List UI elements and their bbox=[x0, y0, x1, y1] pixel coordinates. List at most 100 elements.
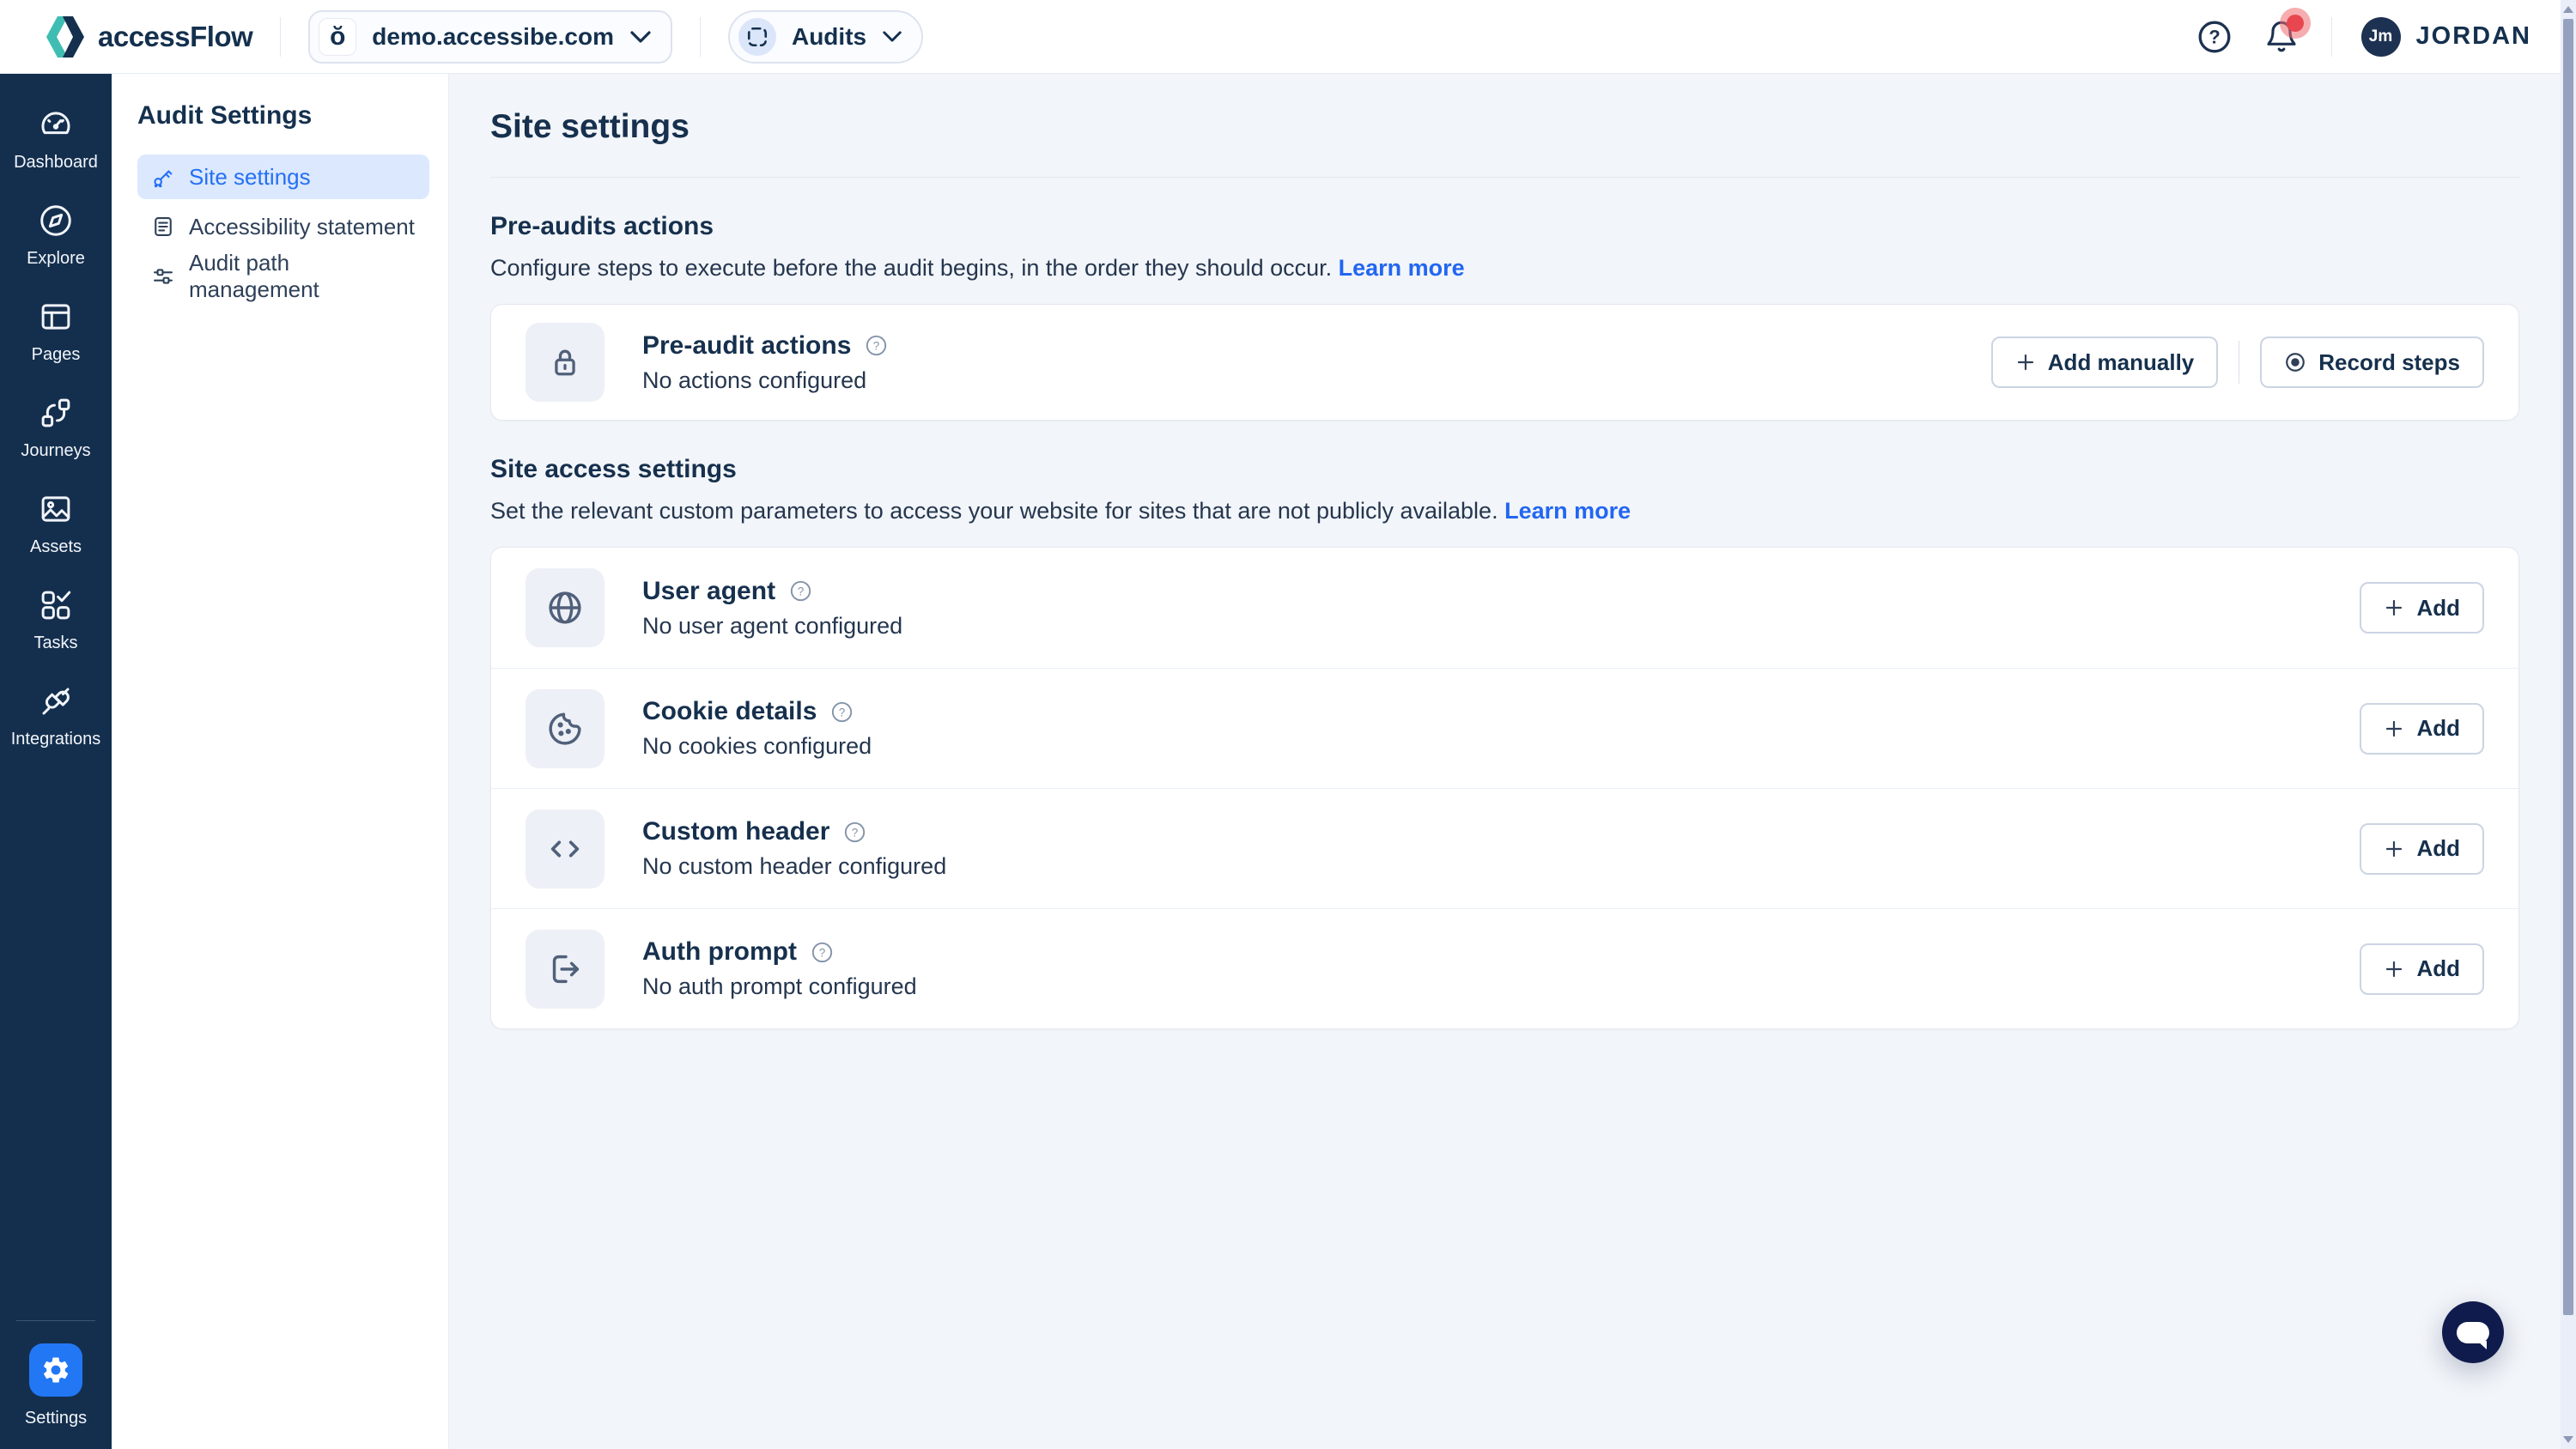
key-icon bbox=[151, 165, 175, 189]
notifications-button[interactable] bbox=[2261, 16, 2302, 58]
section-description: Configure steps to execute before the au… bbox=[490, 255, 2519, 282]
scrollbar[interactable] bbox=[2561, 0, 2576, 1449]
scrollbar-down-arrow[interactable] bbox=[2561, 1432, 2576, 1447]
avatar: Jm bbox=[2361, 17, 2401, 57]
add-auth-prompt-button[interactable]: Add bbox=[2360, 943, 2484, 995]
add-manually-button[interactable]: Add manually bbox=[1991, 336, 2218, 388]
user-menu[interactable]: Jm JORDAN bbox=[2361, 17, 2531, 57]
sidebar-item-explore[interactable]: Explore bbox=[0, 187, 112, 283]
user-name: JORDAN bbox=[2416, 22, 2531, 51]
subnav-item-label: Site settings bbox=[189, 164, 311, 191]
subnav-title: Audit Settings bbox=[137, 101, 429, 130]
info-icon[interactable]: ? bbox=[843, 821, 866, 844]
sidebar-item-dashboard[interactable]: Dashboard bbox=[0, 91, 112, 187]
info-icon[interactable]: ? bbox=[830, 700, 854, 724]
user-agent-row: User agent ? No user agent configured bbox=[491, 548, 2518, 668]
sidebar-item-label: Pages bbox=[32, 345, 81, 365]
brand-name: accessFlow bbox=[98, 21, 252, 53]
globe-icon bbox=[526, 568, 605, 647]
record-steps-button[interactable]: Record steps bbox=[2260, 336, 2484, 388]
subnav-item-label: Accessibility statement bbox=[189, 214, 415, 240]
info-icon[interactable]: ? bbox=[789, 579, 812, 603]
top-bar: accessFlow ŏ demo.accessibe.com Audits bbox=[0, 0, 2561, 74]
add-label: Add bbox=[2416, 715, 2460, 742]
plus-icon bbox=[2384, 959, 2404, 979]
topbar-divider bbox=[700, 17, 701, 57]
sidebar-divider bbox=[16, 1320, 95, 1321]
title-divider bbox=[490, 177, 2519, 178]
custom-header-row: Custom header ? No custom header configu… bbox=[491, 788, 2518, 908]
plug-icon bbox=[38, 683, 74, 719]
section-site-access-settings: Site access settings Set the relevant cu… bbox=[490, 455, 2519, 1029]
subnav-item-audit-path-management[interactable]: Audit path management bbox=[137, 254, 429, 299]
plus-icon bbox=[2015, 352, 2036, 373]
section-heading: Site access settings bbox=[490, 455, 2519, 484]
learn-more-link[interactable]: Learn more bbox=[1339, 255, 1465, 281]
notification-badge bbox=[2287, 15, 2304, 32]
sidebar-item-integrations[interactable]: Integrations bbox=[0, 668, 112, 764]
site-access-card: User agent ? No user agent configured bbox=[490, 547, 2519, 1029]
chat-bubble-icon bbox=[2457, 1322, 2489, 1343]
add-user-agent-button[interactable]: Add bbox=[2360, 582, 2484, 634]
subnav-item-label: Audit path management bbox=[189, 250, 416, 303]
help-button[interactable]: ? bbox=[2194, 16, 2235, 58]
site-selector[interactable]: ŏ demo.accessibe.com bbox=[308, 10, 672, 64]
sidebar-item-assets[interactable]: Assets bbox=[0, 476, 112, 572]
svg-text:?: ? bbox=[819, 946, 826, 959]
topbar-divider bbox=[280, 17, 281, 57]
primary-sidebar: Dashboard Explore bbox=[0, 74, 112, 1449]
section-description-text: Configure steps to execute before the au… bbox=[490, 255, 1332, 281]
learn-more-link[interactable]: Learn more bbox=[1504, 498, 1631, 524]
main-content: Site settings Pre-audits actions Configu… bbox=[449, 74, 2561, 1449]
plus-icon bbox=[2384, 597, 2404, 618]
add-label: Add bbox=[2416, 595, 2460, 621]
lock-icon bbox=[526, 323, 605, 402]
row-subtitle: No actions configured bbox=[642, 367, 888, 394]
sidebar-item-pages[interactable]: Pages bbox=[0, 283, 112, 379]
image-icon bbox=[38, 491, 74, 527]
scrollbar-up-arrow[interactable] bbox=[2561, 2, 2576, 17]
chevron-down-icon bbox=[882, 30, 902, 43]
sidebar-item-journeys[interactable]: Journeys bbox=[0, 379, 112, 476]
brand-diamond-icon bbox=[46, 16, 84, 58]
chevron-down-icon bbox=[629, 30, 652, 44]
sidebar-item-settings[interactable]: Settings bbox=[25, 1343, 87, 1449]
svg-text:?: ? bbox=[852, 826, 859, 839]
secondary-sidebar: Audit Settings Site settings bbox=[112, 74, 449, 1449]
topbar-divider bbox=[2331, 17, 2332, 57]
row-title: Auth prompt bbox=[642, 937, 797, 967]
add-cookie-button[interactable]: Add bbox=[2360, 703, 2484, 755]
code-icon bbox=[526, 809, 605, 888]
scrollbar-thumb[interactable] bbox=[2563, 19, 2573, 1315]
brand-logo[interactable]: accessFlow bbox=[46, 16, 252, 58]
add-custom-header-button[interactable]: Add bbox=[2360, 823, 2484, 875]
sidebar-item-label: Settings bbox=[25, 1409, 87, 1428]
svg-text:?: ? bbox=[839, 706, 846, 718]
sidebar-item-label: Journeys bbox=[21, 441, 90, 461]
info-icon[interactable]: ? bbox=[811, 941, 834, 964]
cookie-icon bbox=[526, 689, 605, 768]
row-subtitle: No auth prompt configured bbox=[642, 973, 917, 1000]
section-selector[interactable]: Audits bbox=[728, 10, 923, 64]
sidebar-item-label: Tasks bbox=[33, 634, 77, 653]
logout-arrow-icon bbox=[526, 930, 605, 1009]
add-manually-label: Add manually bbox=[2048, 349, 2194, 376]
plus-icon bbox=[2384, 839, 2404, 859]
svg-text:?: ? bbox=[2208, 26, 2220, 47]
subnav-item-accessibility-statement[interactable]: Accessibility statement bbox=[137, 204, 429, 249]
sidebar-item-label: Integrations bbox=[11, 730, 101, 749]
section-selector-label: Audits bbox=[792, 23, 866, 51]
sidebar-item-label: Explore bbox=[27, 249, 85, 269]
sliders-icon bbox=[151, 264, 175, 288]
row-subtitle: No custom header configured bbox=[642, 853, 946, 880]
pre-audit-actions-card: Pre-audit actions ? No actions configure… bbox=[490, 304, 2519, 421]
subnav-item-site-settings[interactable]: Site settings bbox=[137, 155, 429, 199]
document-icon bbox=[151, 215, 175, 239]
route-icon bbox=[38, 395, 74, 431]
section-description-text: Set the relevant custom parameters to ac… bbox=[490, 498, 1498, 524]
chat-widget-button[interactable] bbox=[2442, 1301, 2504, 1363]
sidebar-item-tasks[interactable]: Tasks bbox=[0, 572, 112, 668]
site-selector-label: demo.accessibe.com bbox=[372, 23, 614, 51]
row-subtitle: No cookies configured bbox=[642, 733, 872, 760]
info-icon[interactable]: ? bbox=[865, 334, 888, 357]
